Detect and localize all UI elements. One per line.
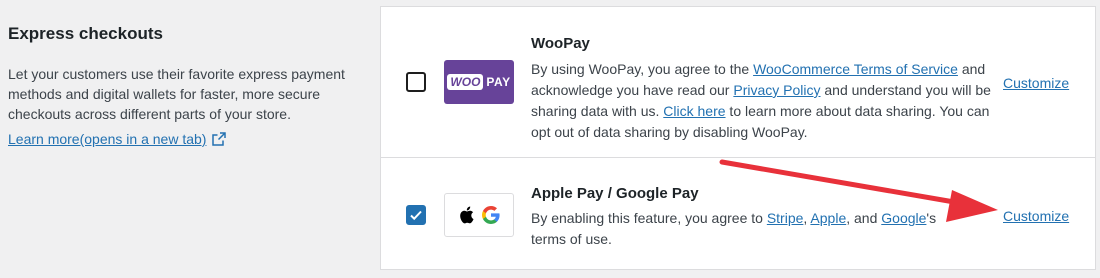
woopay-title: WooPay (531, 35, 590, 52)
apple-google-pay-description: By enabling this feature, you agree to S… (531, 208, 951, 250)
apple-google-pay-customize-link[interactable]: Customize (1003, 208, 1069, 224)
google-g-icon (481, 206, 500, 224)
woopay-logo-pay: PAY (486, 75, 511, 89)
learn-more-label[interactable]: Learn more(opens in a new tab) (8, 131, 206, 147)
google-link[interactable]: Google (881, 210, 926, 226)
apple-google-pay-logo: G (444, 193, 514, 237)
woopay-description: By using WooPay, you agree to the WooCom… (531, 59, 991, 143)
learn-more-link[interactable]: Learn more(opens in a new tab) (8, 131, 227, 147)
external-link-icon (212, 132, 227, 146)
agp-desc-text-3: , and (846, 210, 882, 226)
woopay-customize-link[interactable]: Customize (1003, 75, 1069, 91)
woopay-logo-woo: WOO (447, 74, 484, 90)
woopay-logo: WOO PAY (444, 60, 514, 104)
section-title: Express checkouts (8, 24, 163, 43)
apple-google-pay-title: Apple Pay / Google Pay (531, 185, 699, 202)
woopay-desc-text-1: By using WooPay, you agree to the (531, 61, 754, 77)
express-checkout-methods-card: WOO PAY WooPay By using WooPay, you agre… (380, 6, 1096, 270)
apple-link[interactable]: Apple (810, 210, 846, 226)
click-here-link[interactable]: Click here (663, 103, 725, 119)
apple-google-pay-checkbox[interactable] (406, 205, 426, 225)
agp-desc-text-1: By enabling this feature, you agree to (531, 210, 767, 226)
section-description: Let your customers use their favorite ex… (8, 66, 345, 122)
woopay-checkbox[interactable] (406, 72, 426, 92)
apple-icon (459, 206, 473, 224)
woocommerce-terms-link[interactable]: WooCommerce Terms of Service (753, 61, 958, 77)
privacy-policy-link[interactable]: Privacy Policy (733, 82, 820, 98)
stripe-link[interactable]: Stripe (767, 210, 804, 226)
checkmark-icon (410, 210, 422, 221)
row-divider (381, 157, 1095, 158)
